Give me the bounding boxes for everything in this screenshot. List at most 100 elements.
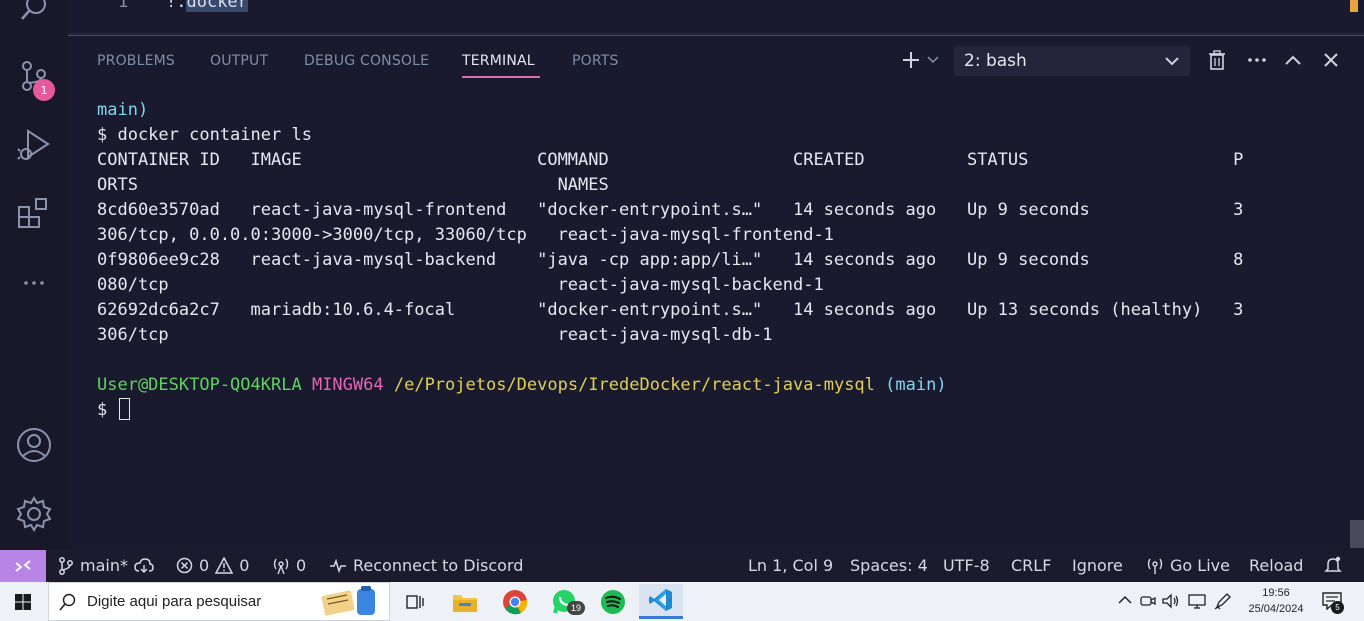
- terminal-text-segment: 080/tcp react-java-mysql-backend-1: [97, 275, 824, 295]
- terminal-scrollbar[interactable]: [1350, 520, 1364, 548]
- terminal-text-segment: (main): [885, 375, 947, 395]
- network-icon[interactable]: [1188, 593, 1206, 609]
- indentation[interactable]: Spaces: 4: [850, 556, 928, 575]
- cursor-position[interactable]: Ln 1, Col 9: [748, 556, 833, 575]
- windows-start-button[interactable]: [0, 582, 46, 621]
- go-live-label: Go Live: [1170, 556, 1230, 575]
- discord-status[interactable]: Reconnect to Discord: [329, 556, 523, 575]
- task-view-icon[interactable]: [393, 584, 437, 619]
- source-control-badge: 1: [33, 79, 55, 101]
- error-icon: [176, 557, 193, 574]
- vscode-icon[interactable]: [639, 584, 683, 619]
- terminal-text-segment: 306/tcp, 0.0.0.0:3000->3000/tcp, 33060/t…: [97, 225, 834, 245]
- terminal-select[interactable]: 2: bash: [954, 46, 1190, 76]
- pen-icon[interactable]: [1214, 592, 1232, 610]
- notifications-bell-icon[interactable]: [1324, 556, 1342, 574]
- tab-output[interactable]: OUTPUT: [210, 53, 268, 69]
- warning-icon: [215, 557, 234, 574]
- panel-tab-bar: PROBLEMS OUTPUT DEBUG CONSOLE TERMINAL P…: [68, 36, 1364, 84]
- run-debug-icon[interactable]: [12, 123, 56, 167]
- search-highlight-icon: [319, 585, 385, 619]
- editor-selected-text: docker: [186, 0, 248, 12]
- terminal-profile-chevron-down-icon[interactable]: [924, 48, 942, 72]
- terminal-line: CONTAINER ID IMAGE COMMAND CREATED STATU…: [97, 148, 1243, 173]
- terminal-text-segment: CONTAINER ID IMAGE COMMAND CREATED STATU…: [97, 150, 1244, 170]
- pulse-icon: [330, 558, 346, 573]
- settings-gear-icon[interactable]: [12, 492, 56, 536]
- chrome-icon[interactable]: [493, 584, 537, 619]
- taskbar-search-box[interactable]: Digite aqui para pesquisar: [48, 582, 390, 621]
- reload-button[interactable]: Reload: [1249, 556, 1303, 575]
- error-count: 0: [199, 556, 210, 575]
- tab-debug-console[interactable]: DEBUG CONSOLE: [304, 53, 429, 69]
- tab-problems[interactable]: PROBLEMS: [97, 53, 175, 69]
- volume-icon[interactable]: [1162, 593, 1180, 609]
- warning-count: 0: [239, 556, 250, 575]
- branch-indicator[interactable]: main*: [58, 556, 154, 575]
- editor-line[interactable]: !.docker: [166, 0, 248, 12]
- terminal-line: 306/tcp react-java-mysql-db-1: [97, 323, 773, 348]
- taskbar-clock[interactable]: 19:56 25/04/2024: [1244, 585, 1308, 617]
- terminal-text-segment: User@DESKTOP-QO4KRLA: [97, 375, 302, 395]
- ports-indicator[interactable]: 0: [272, 556, 306, 575]
- status-bar: main* 0 0 0 Reconnect to Discord Ln 1, C…: [0, 550, 1364, 582]
- terminal-line: ORTS NAMES: [97, 173, 609, 198]
- search-icon[interactable]: [12, 0, 56, 30]
- spotify-icon[interactable]: [591, 584, 635, 619]
- show-hidden-icons-chevron-up-icon[interactable]: [1118, 595, 1132, 605]
- remote-icon: [15, 560, 31, 572]
- encoding-label: UTF-8: [943, 556, 990, 575]
- terminal-text-segment: MINGW64: [311, 375, 384, 395]
- editor-area[interactable]: 1 !.docker: [68, 0, 1364, 34]
- terminal-text-segment: $ docker container ls: [97, 125, 312, 145]
- terminal-text-segment: 8cd60e3570ad react-java-mysql-frontend "…: [97, 200, 1244, 220]
- go-live-button[interactable]: Go Live: [1146, 556, 1230, 575]
- more-icon[interactable]: [12, 261, 56, 305]
- terminal-line: $ docker container ls: [97, 123, 312, 148]
- search-placeholder: Digite aqui para pesquisar: [87, 593, 262, 610]
- editor-scroll-marker: [1350, 0, 1358, 12]
- discord-label: Reconnect to Discord: [353, 556, 524, 575]
- notification-center-icon[interactable]: 5: [1322, 592, 1344, 614]
- terminal-line: 080/tcp react-java-mysql-backend-1: [97, 273, 824, 298]
- terminal-line: 8cd60e3570ad react-java-mysql-frontend "…: [97, 198, 1243, 223]
- maximize-panel-chevron-up-icon[interactable]: [1281, 48, 1305, 72]
- search-icon: [59, 593, 76, 611]
- line-ending[interactable]: CRLF: [1011, 556, 1051, 575]
- problems-indicator[interactable]: 0 0: [176, 556, 249, 575]
- trash-icon[interactable]: [1205, 48, 1229, 72]
- more-actions-icon[interactable]: [1245, 48, 1269, 72]
- encoding[interactable]: UTF-8: [943, 556, 990, 575]
- terminal-text-segment: 306/tcp react-java-mysql-db-1: [97, 325, 773, 345]
- extensions-icon[interactable]: [12, 192, 56, 236]
- tab-ports[interactable]: PORTS: [572, 53, 619, 69]
- terminal-line: User@DESKTOP-QO4KRLA MINGW64 /e/Projetos…: [97, 373, 947, 398]
- whatsapp-badge: 19: [567, 601, 585, 615]
- remote-indicator-button[interactable]: [0, 550, 46, 582]
- sync-cloud-icon[interactable]: [134, 557, 154, 574]
- chevron-down-icon: [1164, 53, 1180, 74]
- reload-label: Reload: [1249, 556, 1304, 575]
- notification-count-badge: 5: [1331, 601, 1344, 614]
- terminal-text-segment: 62692dc6a2c7 mariadb:10.6.4-focal "docke…: [97, 300, 1244, 320]
- terminal-output[interactable]: main) $ docker container ls CONTAINER ID I…: [68, 84, 1348, 550]
- terminal-line: $: [97, 398, 131, 423]
- account-icon[interactable]: [12, 423, 56, 467]
- close-panel-icon[interactable]: [1319, 48, 1343, 72]
- clock-date: 25/04/2024: [1248, 603, 1304, 615]
- git-branch-icon: [59, 556, 73, 575]
- tab-terminal[interactable]: TERMINAL: [462, 53, 535, 69]
- line-ending-label: CRLF: [1011, 556, 1052, 575]
- terminal-text-segment: $: [97, 400, 118, 420]
- terminal-cursor: [119, 398, 131, 420]
- meet-now-icon[interactable]: [1140, 593, 1156, 609]
- whatsapp-icon[interactable]: 19: [543, 584, 587, 619]
- terminal-line: 0f9806ee9c28 react-java-mysql-backend "j…: [97, 248, 1243, 273]
- ignore-button[interactable]: Ignore: [1072, 556, 1123, 575]
- terminal-line: main): [97, 98, 148, 123]
- new-terminal-icon[interactable]: [899, 48, 923, 72]
- file-explorer-icon[interactable]: [443, 584, 487, 619]
- cursor-position-label: Ln 1, Col 9: [748, 556, 834, 575]
